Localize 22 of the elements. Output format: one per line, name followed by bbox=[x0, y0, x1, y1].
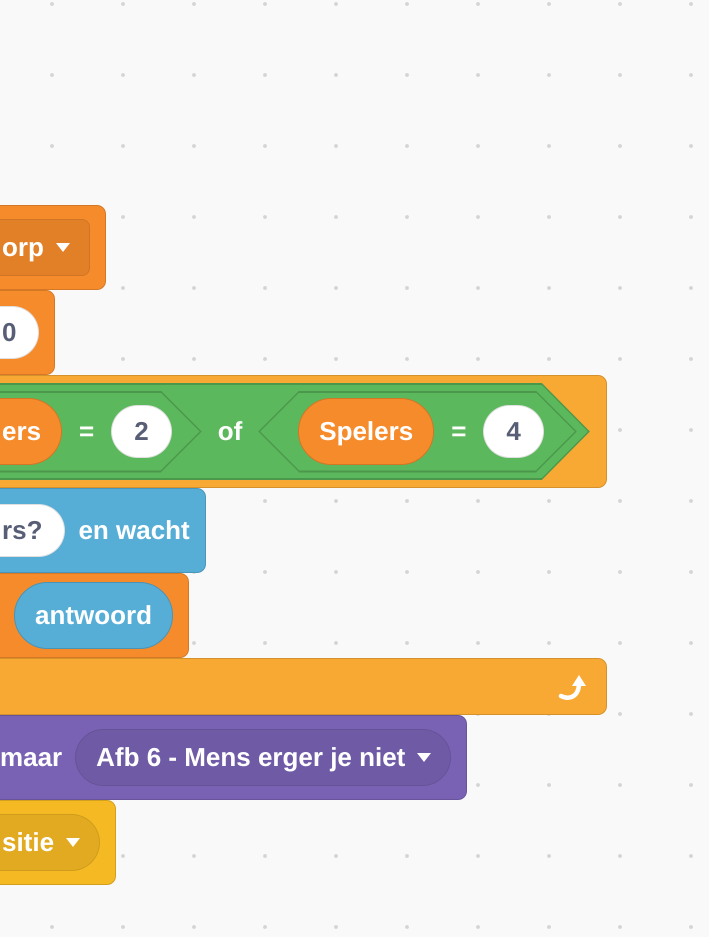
boolean-block[interactable]: ers = 2 of Spelers = 4 bbox=[0, 383, 590, 480]
loop-block-footer[interactable] bbox=[0, 658, 607, 715]
dropdown-arrow-icon bbox=[56, 243, 70, 252]
input-field[interactable]: 0 bbox=[0, 306, 40, 359]
loop-arrow-icon bbox=[558, 672, 588, 700]
dropdown-arrow-icon bbox=[417, 753, 432, 762]
input-field[interactable]: 2 bbox=[111, 405, 172, 458]
command-block[interactable]: 0 bbox=[0, 290, 56, 375]
block-label: = bbox=[79, 417, 94, 446]
block-label: of bbox=[218, 417, 242, 446]
dropdown-field[interactable]: Afb 6 - Mens erger je niet bbox=[75, 729, 452, 786]
boolean-block[interactable]: ers = 2 bbox=[0, 390, 202, 472]
command-block[interactable]: maar Afb 6 - Mens erger je niet bbox=[0, 715, 468, 800]
dropdown-arrow-icon bbox=[66, 838, 80, 847]
input-field[interactable]: 4 bbox=[483, 405, 544, 458]
block-label: = bbox=[451, 417, 466, 446]
input-field[interactable]: rs? bbox=[0, 504, 66, 557]
command-block[interactable]: rs? en wacht bbox=[0, 488, 206, 573]
loop-block-header[interactable]: ers = 2 of Spelers = 4 bbox=[0, 375, 607, 488]
block-label: maar bbox=[0, 743, 62, 772]
boolean-block[interactable]: Spelers = 4 bbox=[258, 390, 577, 472]
block-label: en wacht bbox=[78, 516, 190, 545]
